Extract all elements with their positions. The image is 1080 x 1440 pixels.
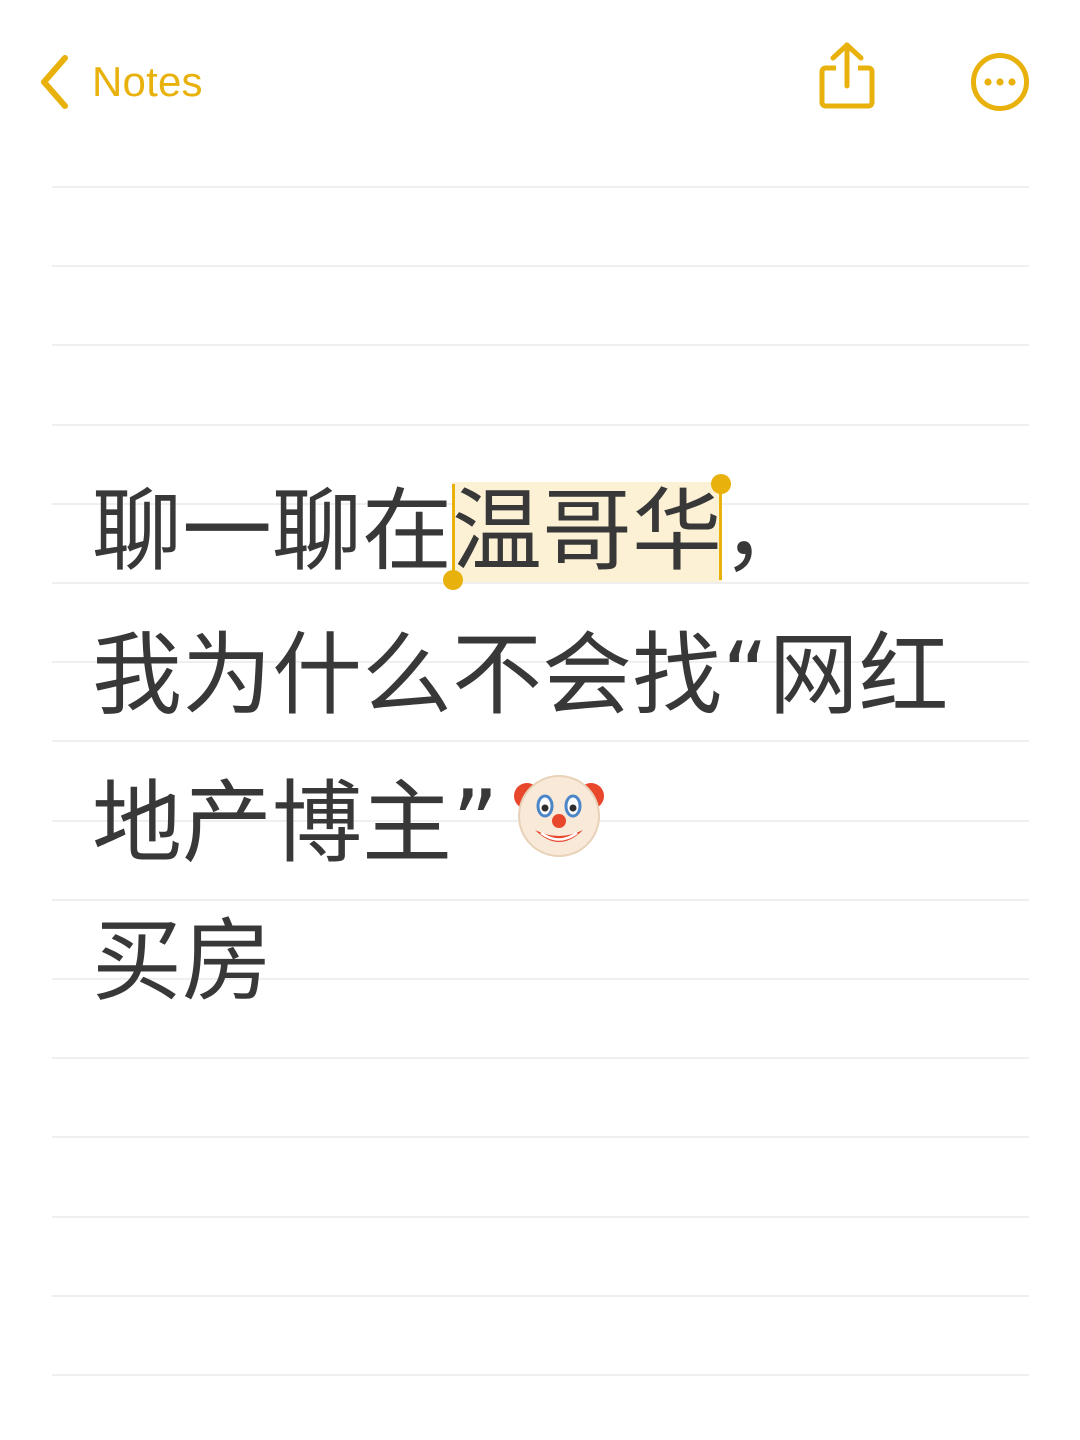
note-line-1: 聊一聊在 温哥华，: [92, 474, 812, 590]
ruled-line: [52, 1057, 1029, 1059]
ruled-line: [52, 424, 1029, 426]
ruled-line: [52, 899, 1029, 901]
selection-end-handle[interactable]: [719, 484, 722, 580]
note-line-3: 地产博主”: [92, 768, 605, 874]
ruled-line: [52, 1295, 1029, 1297]
ruled-line: [52, 265, 1029, 267]
note-text: ，: [722, 479, 812, 584]
selected-text[interactable]: 温哥华: [443, 474, 731, 590]
ruled-line: [52, 344, 1029, 346]
note-line-2: 我为什么不会找“网红: [92, 626, 949, 726]
selected-text-label: 温哥华: [452, 479, 722, 584]
note-text: 聊一聊在: [92, 479, 452, 584]
ruled-line: [52, 1216, 1029, 1218]
note-text: 买房: [92, 909, 272, 1014]
clown-face-icon: [513, 775, 604, 857]
ruled-line: [52, 740, 1029, 742]
note-line-4: 买房: [92, 912, 272, 1012]
note-body[interactable]: 聊一聊在 温哥华， 我为什么不会找“网红 地产博主” 买房: [0, 0, 1080, 1440]
selection-end-knob[interactable]: [711, 474, 731, 494]
selection-start-knob[interactable]: [443, 570, 463, 590]
ruled-line: [52, 186, 1029, 188]
note-text: 我为什么不会找“网红: [92, 623, 949, 728]
ruled-line: [52, 1374, 1029, 1376]
selection-start-handle[interactable]: [452, 484, 455, 580]
ruled-line: [52, 1136, 1029, 1138]
note-text: 地产博主”: [92, 771, 499, 876]
